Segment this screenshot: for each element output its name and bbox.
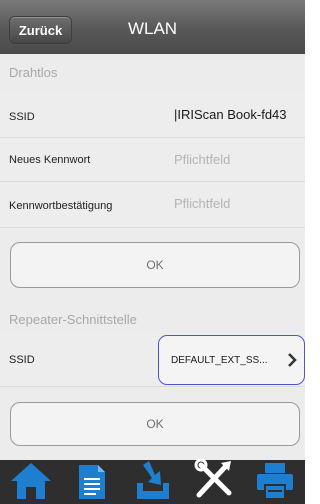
- tab-printer[interactable]: [250, 460, 300, 504]
- repeater-ssid-label: SSID: [9, 354, 35, 366]
- confirm-password-label: Kennwortbestätigung: [9, 200, 113, 212]
- printer-icon: [253, 459, 297, 504]
- ssid-row[interactable]: SSID |IRIScan Book-fd43: [0, 91, 305, 138]
- new-password-row[interactable]: Neues Kennwort Pflichtfeld: [0, 138, 305, 182]
- confirm-password-row[interactable]: Kennwortbestätigung Pflichtfeld: [0, 182, 305, 228]
- repeater-ssid-value: DEFAULT_EXT_SS...: [171, 354, 268, 366]
- confirm-password-input[interactable]: Pflichtfeld: [174, 196, 230, 211]
- new-password-input[interactable]: Pflichtfeld: [174, 152, 230, 167]
- document-icon: [76, 459, 108, 504]
- section-header-wireless: Drahtlos: [0, 54, 305, 91]
- ssid-input[interactable]: |IRIScan Book-fd43: [174, 107, 287, 122]
- header-bar: Zurück WLAN: [0, 0, 305, 54]
- chevron-right-icon: [284, 350, 300, 370]
- ok-button-repeater[interactable]: OK: [10, 402, 300, 446]
- repeater-ssid-select[interactable]: DEFAULT_EXT_SS...: [158, 335, 305, 385]
- section-header-repeater: Repeater-Schnittstelle: [0, 305, 305, 333]
- tab-tools[interactable]: [189, 458, 239, 504]
- section-title-repeater: Repeater-Schnittstelle: [9, 311, 137, 327]
- ssid-label: SSID: [9, 111, 35, 123]
- ok-button-wireless[interactable]: OK: [10, 242, 300, 288]
- home-icon: [9, 459, 53, 504]
- section-title-wireless: Drahtlos: [9, 65, 58, 80]
- download-icon: [131, 459, 175, 504]
- tab-home[interactable]: [6, 460, 56, 504]
- tab-download[interactable]: [128, 460, 178, 504]
- bottom-tab-bar: [0, 458, 305, 504]
- page-title: WLAN: [127, 19, 178, 38]
- tools-icon: [193, 458, 235, 504]
- tab-document[interactable]: [67, 460, 117, 504]
- new-password-label: Neues Kennwort: [9, 154, 91, 166]
